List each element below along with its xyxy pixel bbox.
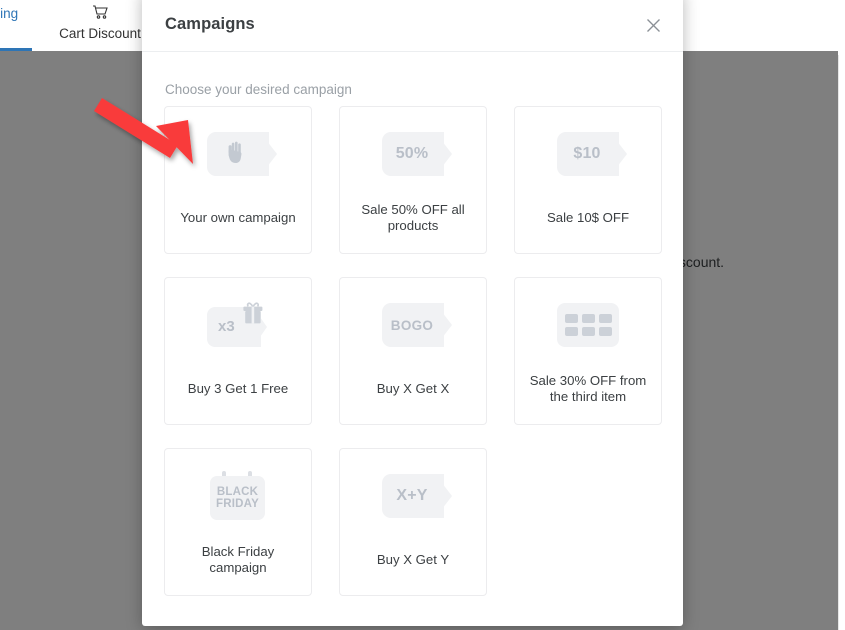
campaign-card-sale-50-off[interactable]: 50% Sale 50% OFF all products — [339, 106, 487, 254]
card-icon: 50% — [379, 128, 452, 180]
gift-multiplier-text: x3 — [218, 318, 235, 335]
campaign-card-sale-30-off-third-item[interactable]: Sale 30% OFF from the third item — [514, 277, 662, 425]
card-icon: BOGO — [379, 299, 452, 351]
card-icon: X+Y — [379, 470, 452, 522]
tag-badge-text: X+Y — [396, 487, 428, 504]
black-friday-line-1: BLACK — [216, 485, 259, 498]
card-label: Black Friday campaign — [201, 544, 275, 575]
tag-icon: BOGO — [382, 303, 452, 347]
card-icon — [554, 299, 622, 351]
campaign-grid: Your own campaign 50% Sale 50% OFF all p… — [164, 106, 664, 596]
tab-pricing-label: ricing — [0, 6, 19, 21]
tag-icon: $10 — [557, 132, 627, 176]
modal-subtitle: Choose your desired campaign — [165, 82, 352, 97]
tag-badge-text: BOGO — [390, 317, 434, 333]
card-icon — [204, 128, 277, 180]
black-friday-line-2: FRIDAY — [216, 498, 259, 510]
tag-icon: 50% — [382, 132, 452, 176]
modal-title: Campaigns — [165, 15, 255, 33]
cart-icon — [92, 5, 109, 25]
campaign-card-buy-3-get-1-free[interactable]: x3 Buy 3 Get 1 Free — [164, 277, 312, 425]
campaign-card-buy-x-get-x[interactable]: BOGO Buy X Get X — [339, 277, 487, 425]
campaign-card-buy-x-get-y[interactable]: X+Y Buy X Get Y — [339, 448, 487, 596]
right-divider — [838, 55, 839, 630]
card-icon: BLACK FRIDAY — [204, 470, 272, 522]
campaign-card-black-friday[interactable]: BLACK FRIDAY Black Friday campaign — [164, 448, 312, 596]
grid-icon — [557, 303, 619, 347]
card-label: Buy X Get X — [376, 380, 450, 396]
tab-pricing[interactable]: ricing — [0, 0, 32, 51]
hand-icon — [207, 132, 277, 176]
close-icon — [646, 18, 661, 33]
tag-badge-text: $10 — [573, 145, 601, 162]
calendar-icon: BLACK FRIDAY — [208, 471, 268, 521]
card-icon: $10 — [554, 128, 627, 180]
card-label: Sale 50% OFF all products — [361, 202, 465, 233]
tag-badge-text: 50% — [395, 145, 429, 162]
gift-tag-icon: x3 — [207, 301, 269, 349]
modal-header: Campaigns — [142, 0, 683, 52]
card-label: Sale 30% OFF from the third item — [529, 373, 647, 404]
close-button[interactable] — [640, 12, 666, 38]
card-label: Sale 10$ OFF — [546, 209, 630, 225]
tab-cart-discount[interactable]: Cart Discount — [47, 0, 153, 51]
gift-icon — [240, 301, 266, 332]
card-label: Buy X Get Y — [376, 551, 450, 567]
card-label: Buy 3 Get 1 Free — [187, 380, 289, 396]
campaign-card-sale-10-off[interactable]: $10 Sale 10$ OFF — [514, 106, 662, 254]
screen: ricing Cart Discount e or discount. — [0, 0, 845, 630]
tag-icon: X+Y — [382, 474, 452, 518]
card-icon: x3 — [204, 299, 272, 351]
tab-cart-discount-label: Cart Discount — [59, 26, 141, 41]
campaign-card-your-own[interactable]: Your own campaign — [164, 106, 312, 254]
campaigns-modal: Campaigns Choose your desired campaign Y… — [142, 0, 683, 626]
card-label: Your own campaign — [180, 209, 296, 225]
